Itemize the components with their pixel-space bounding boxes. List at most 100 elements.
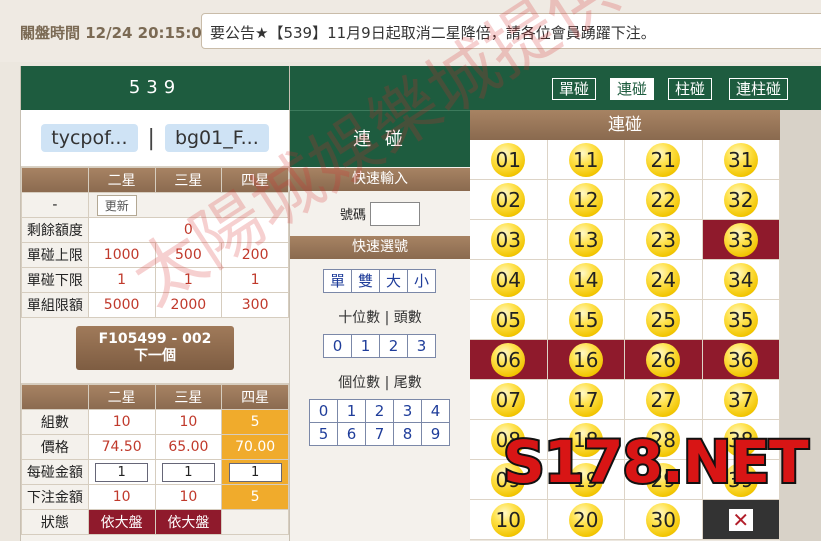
ball-cell-36[interactable]: 36: [702, 340, 780, 380]
tens-3-button[interactable]: 3: [407, 334, 436, 358]
ball-cell-20[interactable]: 20: [547, 500, 625, 540]
ball-35: 35: [723, 302, 758, 337]
tens-1-button[interactable]: 1: [351, 334, 380, 358]
ball-cell-35[interactable]: 35: [702, 300, 780, 340]
ball-cell-02[interactable]: 02: [470, 180, 548, 220]
ball-13: 13: [568, 222, 603, 257]
ball-20: 20: [568, 502, 603, 537]
tab-linked[interactable]: 連碰: [610, 78, 655, 100]
pager: F105499 - 002 下一個: [21, 318, 289, 384]
ball-cell-27[interactable]: 27: [625, 380, 703, 420]
ball-cell-23[interactable]: 23: [625, 220, 703, 260]
price-label: 價格: [21, 434, 89, 460]
ball-cell-10[interactable]: 10: [470, 500, 548, 540]
close-time: 關盤時間 12/24 20:15:00: [20, 24, 213, 42]
ball-15: 15: [568, 302, 603, 337]
units-5-button[interactable]: 5: [309, 422, 338, 446]
ball-cell-01[interactable]: 01: [470, 140, 548, 180]
ball-cell-32[interactable]: 32: [702, 180, 780, 220]
ball-cell-14[interactable]: 14: [547, 260, 625, 300]
ball-06: 06: [491, 342, 526, 377]
ball-cell-16[interactable]: 16: [547, 340, 625, 380]
game-title: 539: [21, 66, 289, 110]
total-3star: 10: [154, 484, 223, 510]
even-button[interactable]: 雙: [351, 269, 380, 293]
max-4star: 200: [221, 242, 289, 268]
units-3-button[interactable]: 3: [393, 399, 422, 423]
price-3star: 65.00: [154, 434, 223, 460]
ball-cell-13[interactable]: 13: [547, 220, 625, 260]
units-6-button[interactable]: 6: [337, 422, 366, 446]
update-button[interactable]: 更新: [96, 194, 137, 216]
ball-cell-22[interactable]: 22: [625, 180, 703, 220]
clear-button[interactable]: ✕: [702, 500, 780, 540]
mode-title: 連 碰: [290, 110, 470, 167]
big-button[interactable]: 大: [379, 269, 408, 293]
ball-37: 37: [723, 382, 758, 417]
quick-select-buttons: 單 雙 大 小: [290, 269, 470, 293]
ball-cell-03[interactable]: 03: [470, 220, 548, 260]
ball-cell-21[interactable]: 21: [625, 140, 703, 180]
ball-cell-04[interactable]: 04: [470, 260, 548, 300]
units-7-button[interactable]: 7: [365, 422, 394, 446]
number-input[interactable]: [370, 201, 420, 226]
per-amount-3star-input[interactable]: 1: [161, 462, 215, 482]
units-2-button[interactable]: 2: [365, 399, 394, 423]
ball-cell-05[interactable]: 05: [470, 300, 548, 340]
ball-cell-37[interactable]: 37: [702, 380, 780, 420]
units-buttons-row2: 5 6 7 8 9: [290, 422, 470, 446]
s178-logo: S178.NET: [501, 426, 811, 498]
limits-header-blank: [21, 167, 89, 193]
ball-24: 24: [646, 262, 681, 297]
ball-cell-15[interactable]: 15: [547, 300, 625, 340]
units-9-button[interactable]: 9: [421, 422, 450, 446]
ball-17: 17: [568, 382, 603, 417]
bet-header-4star: 四星: [221, 384, 289, 410]
tab-linked-pillar[interactable]: 連柱碰: [729, 78, 789, 100]
ball-cell-06[interactable]: 06: [470, 340, 548, 380]
tens-0-button[interactable]: 0: [323, 334, 352, 358]
status-2star: 依大盤: [87, 509, 156, 535]
status-3star: 依大盤: [154, 509, 223, 535]
small-button[interactable]: 小: [407, 269, 436, 293]
limits-header-3star: 三星: [154, 167, 223, 193]
user-chip-2[interactable]: bg01_F...: [164, 124, 269, 152]
ball-27: 27: [646, 382, 681, 417]
tens-2-button[interactable]: 2: [379, 334, 408, 358]
units-buttons-row1: 0 1 2 3 4: [290, 399, 470, 423]
next-button[interactable]: F105499 - 002 下一個: [76, 326, 234, 370]
ball-cell-11[interactable]: 11: [547, 140, 625, 180]
ball-cell-12[interactable]: 12: [547, 180, 625, 220]
ball-cell-24[interactable]: 24: [625, 260, 703, 300]
max-label: 單碰上限: [21, 242, 89, 268]
tab-pillar[interactable]: 柱碰: [668, 78, 713, 100]
ball-cell-26[interactable]: 26: [625, 340, 703, 380]
ball-cell-30[interactable]: 30: [625, 500, 703, 540]
user-chip-1[interactable]: tycpof...: [41, 124, 138, 152]
user-bar: tycpof... | bg01_F...: [21, 110, 289, 167]
units-1-button[interactable]: 1: [337, 399, 366, 423]
min-2star: 1: [87, 267, 156, 293]
limits-table: 二星 三星 四星 - 更新 剩餘額度 0 單碰上限 1000 500 200 單…: [21, 167, 290, 318]
min-3star: 1: [154, 267, 223, 293]
groups-4star: 5: [221, 409, 289, 435]
tab-single[interactable]: 單碰: [552, 78, 597, 100]
ball-cell-07[interactable]: 07: [470, 380, 548, 420]
units-0-button[interactable]: 0: [309, 399, 338, 423]
page-code: F105499 - 002: [98, 331, 212, 347]
per-amount-2star-input[interactable]: 1: [95, 462, 149, 482]
top-bar: 關盤時間 12/24 20:15:00 要公告★【539】11月9日起取消二星降…: [0, 0, 821, 62]
ball-cell-31[interactable]: 31: [702, 140, 780, 180]
number-label: 號碼: [339, 208, 366, 223]
units-8-button[interactable]: 8: [393, 422, 422, 446]
ball-cell-17[interactable]: 17: [547, 380, 625, 420]
units-4-button[interactable]: 4: [421, 399, 450, 423]
tens-label: 十位數 | 頭數: [338, 310, 422, 326]
per-amount-4star-input[interactable]: 1: [228, 462, 282, 482]
ball-cell-34[interactable]: 34: [702, 260, 780, 300]
ball-34: 34: [723, 262, 758, 297]
ball-cell-33[interactable]: 33: [702, 220, 780, 260]
ball-cell-25[interactable]: 25: [625, 300, 703, 340]
ball-12: 12: [568, 182, 603, 217]
odd-button[interactable]: 單: [323, 269, 352, 293]
